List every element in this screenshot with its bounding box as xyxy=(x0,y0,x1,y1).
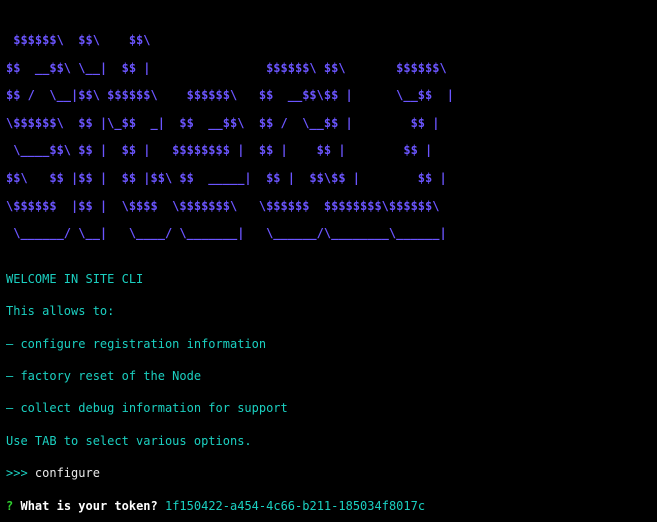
welcome-line: WELCOME IN SITE CLI xyxy=(6,271,651,287)
prompt-line[interactable]: >>> configure xyxy=(6,465,651,481)
q-token: ? What is your token? 1f150422-a454-4c66… xyxy=(6,498,651,514)
prompt-symbol: >>> xyxy=(6,466,35,480)
terminal-output: $$$$$$\ $$\ $$\ $$ __$$\ \__| $$ | $$$$$… xyxy=(0,0,657,522)
tab-hint: Use TAB to select various options. xyxy=(6,433,651,449)
allows-line: This allows to: xyxy=(6,303,651,319)
command-configure: configure xyxy=(35,466,100,480)
ascii-art-banner: $$$$$$\ $$\ $$\ $$ __$$\ \__| $$ | $$$$$… xyxy=(6,20,651,255)
bullet-debug: – collect debug information for support xyxy=(6,400,651,416)
bullet-configure: – configure registration information xyxy=(6,336,651,352)
bullet-factory-reset: – factory reset of the Node xyxy=(6,368,651,384)
